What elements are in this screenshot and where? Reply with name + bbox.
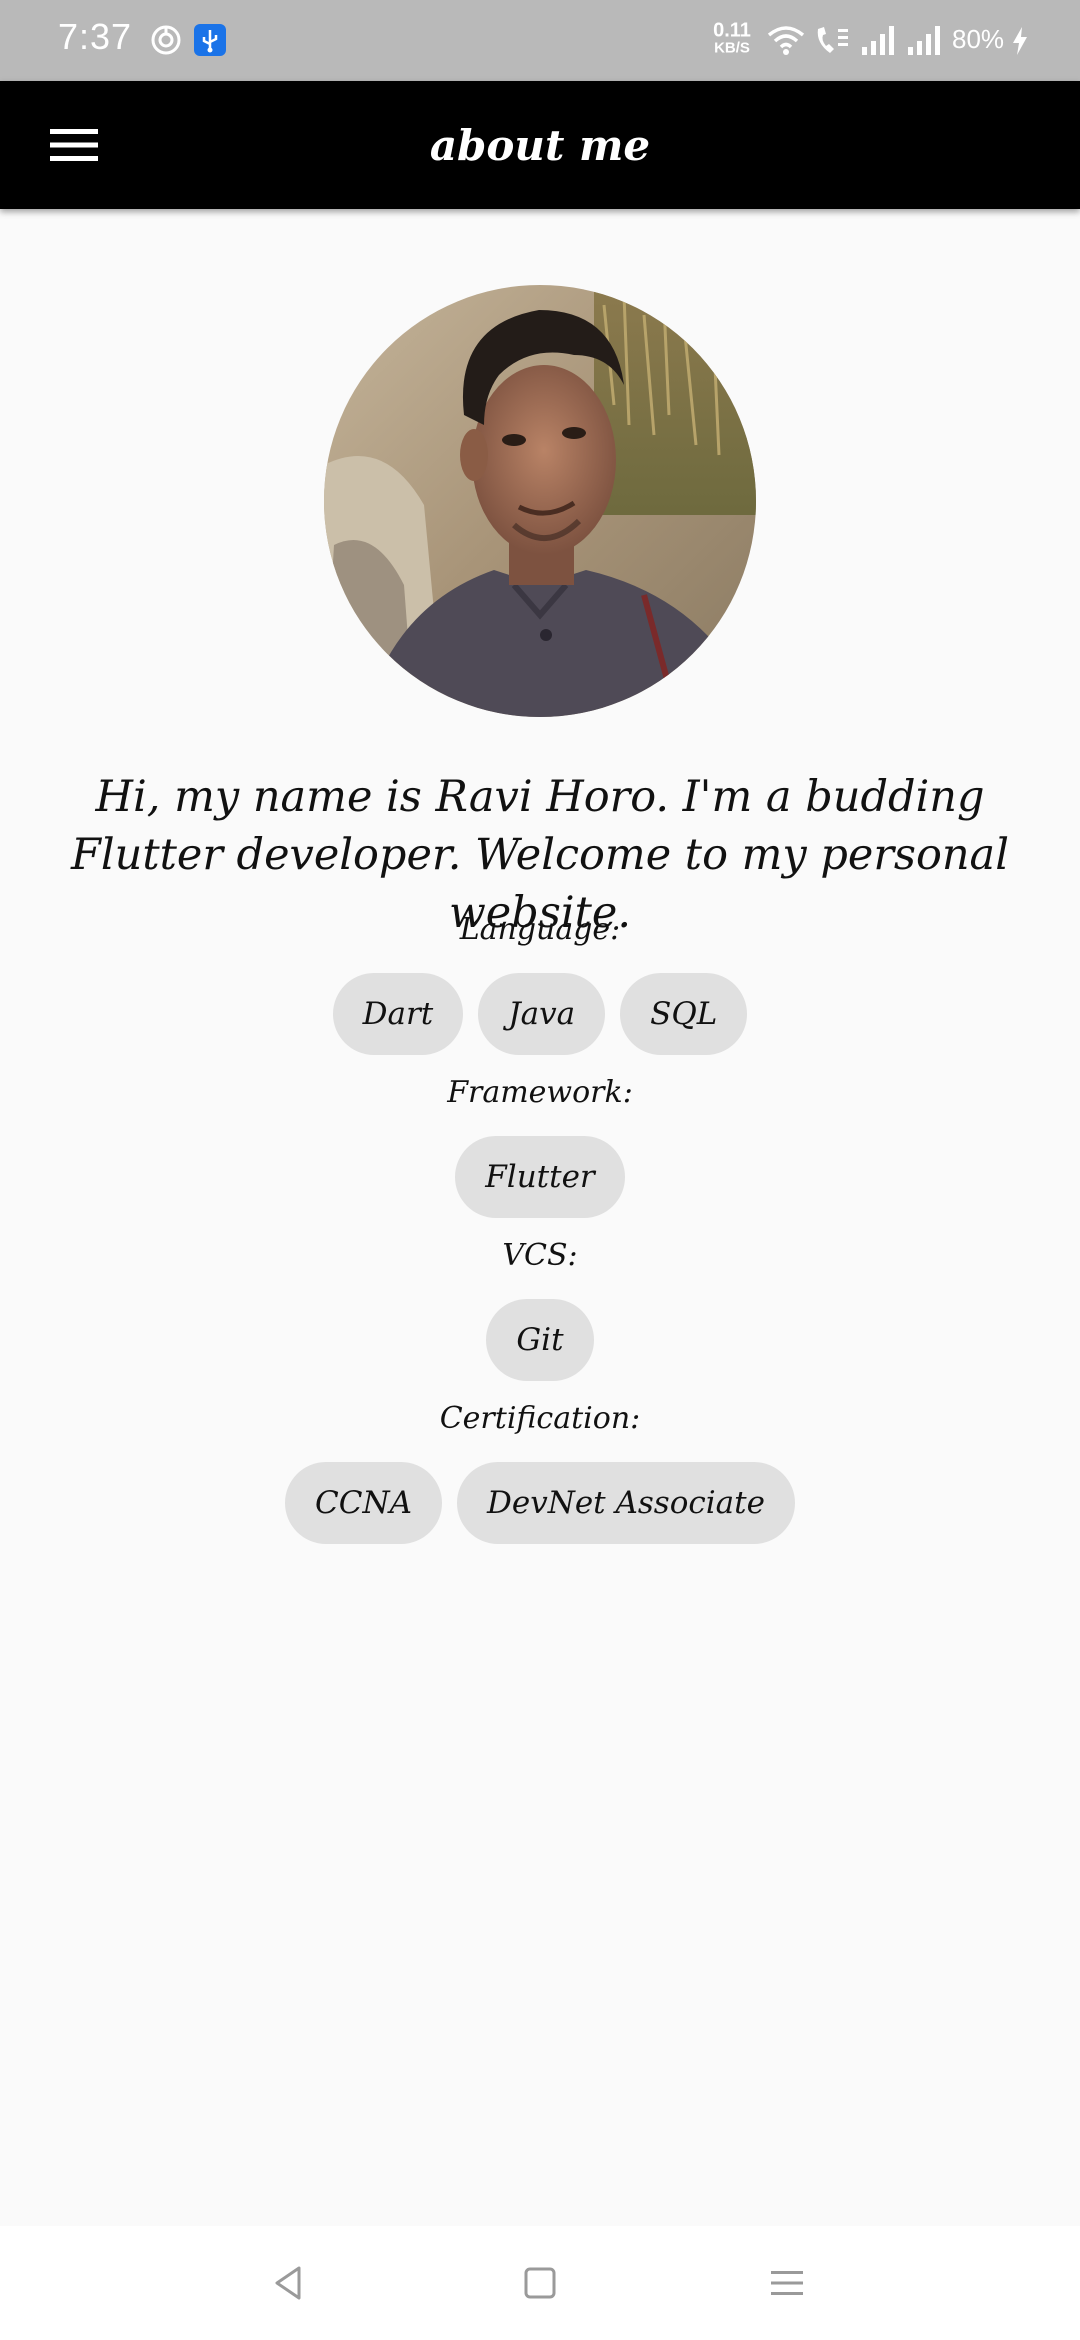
language-chips: Dart Java SQL bbox=[0, 973, 1080, 1055]
network-speed: 0.11 KB/S bbox=[710, 21, 754, 56]
chip-java[interactable]: Java bbox=[478, 973, 606, 1055]
chip-sql[interactable]: SQL bbox=[620, 973, 748, 1055]
chip-ccna[interactable]: CCNA bbox=[285, 1462, 442, 1544]
back-button[interactable] bbox=[264, 2258, 314, 2308]
certification-chips: CCNA DevNet Associate bbox=[0, 1462, 1080, 1544]
chip-flutter[interactable]: Flutter bbox=[455, 1136, 625, 1218]
framework-label: Framework: bbox=[447, 1075, 633, 1110]
recents-button[interactable] bbox=[762, 2258, 812, 2308]
chip-devnet-associate[interactable]: DevNet Associate bbox=[457, 1462, 795, 1544]
signal-strength-2-icon bbox=[906, 23, 944, 57]
back-triangle-icon bbox=[275, 2266, 301, 2300]
network-speed-unit: KB/S bbox=[714, 39, 750, 57]
signal-strength-1-icon bbox=[860, 23, 898, 57]
charging-bolt-icon bbox=[1013, 27, 1028, 56]
status-time: 7:37 bbox=[58, 16, 133, 57]
language-label: Language: bbox=[459, 912, 621, 947]
framework-chips: Flutter bbox=[0, 1136, 1080, 1218]
wifi-calling-icon bbox=[812, 23, 852, 57]
certification-label: Certification: bbox=[439, 1401, 641, 1436]
avatar bbox=[324, 285, 756, 717]
chip-dart[interactable]: Dart bbox=[332, 973, 464, 1055]
status-bar: 7:37 0.11 KB/S 80% bbox=[0, 0, 1080, 81]
chip-git[interactable]: Git bbox=[486, 1299, 594, 1381]
system-nav-bar bbox=[0, 2226, 1080, 2340]
recents-menu-icon bbox=[771, 2271, 803, 2295]
battery-level: 80% bbox=[952, 24, 1029, 56]
network-speed-value: 0.11 bbox=[713, 19, 751, 42]
wifi-icon bbox=[766, 23, 806, 57]
app-bar: about me bbox=[0, 81, 1080, 209]
vcs-label: VCS: bbox=[502, 1238, 578, 1273]
home-square-icon bbox=[524, 2267, 556, 2299]
page-title: about me bbox=[429, 120, 651, 170]
battery-percent: 80% bbox=[952, 23, 1005, 54]
usb-icon bbox=[194, 24, 226, 56]
home-button[interactable] bbox=[515, 2258, 565, 2308]
music-app-icon bbox=[150, 24, 182, 56]
vcs-chips: Git bbox=[0, 1299, 1080, 1381]
profile-photo bbox=[324, 285, 756, 717]
